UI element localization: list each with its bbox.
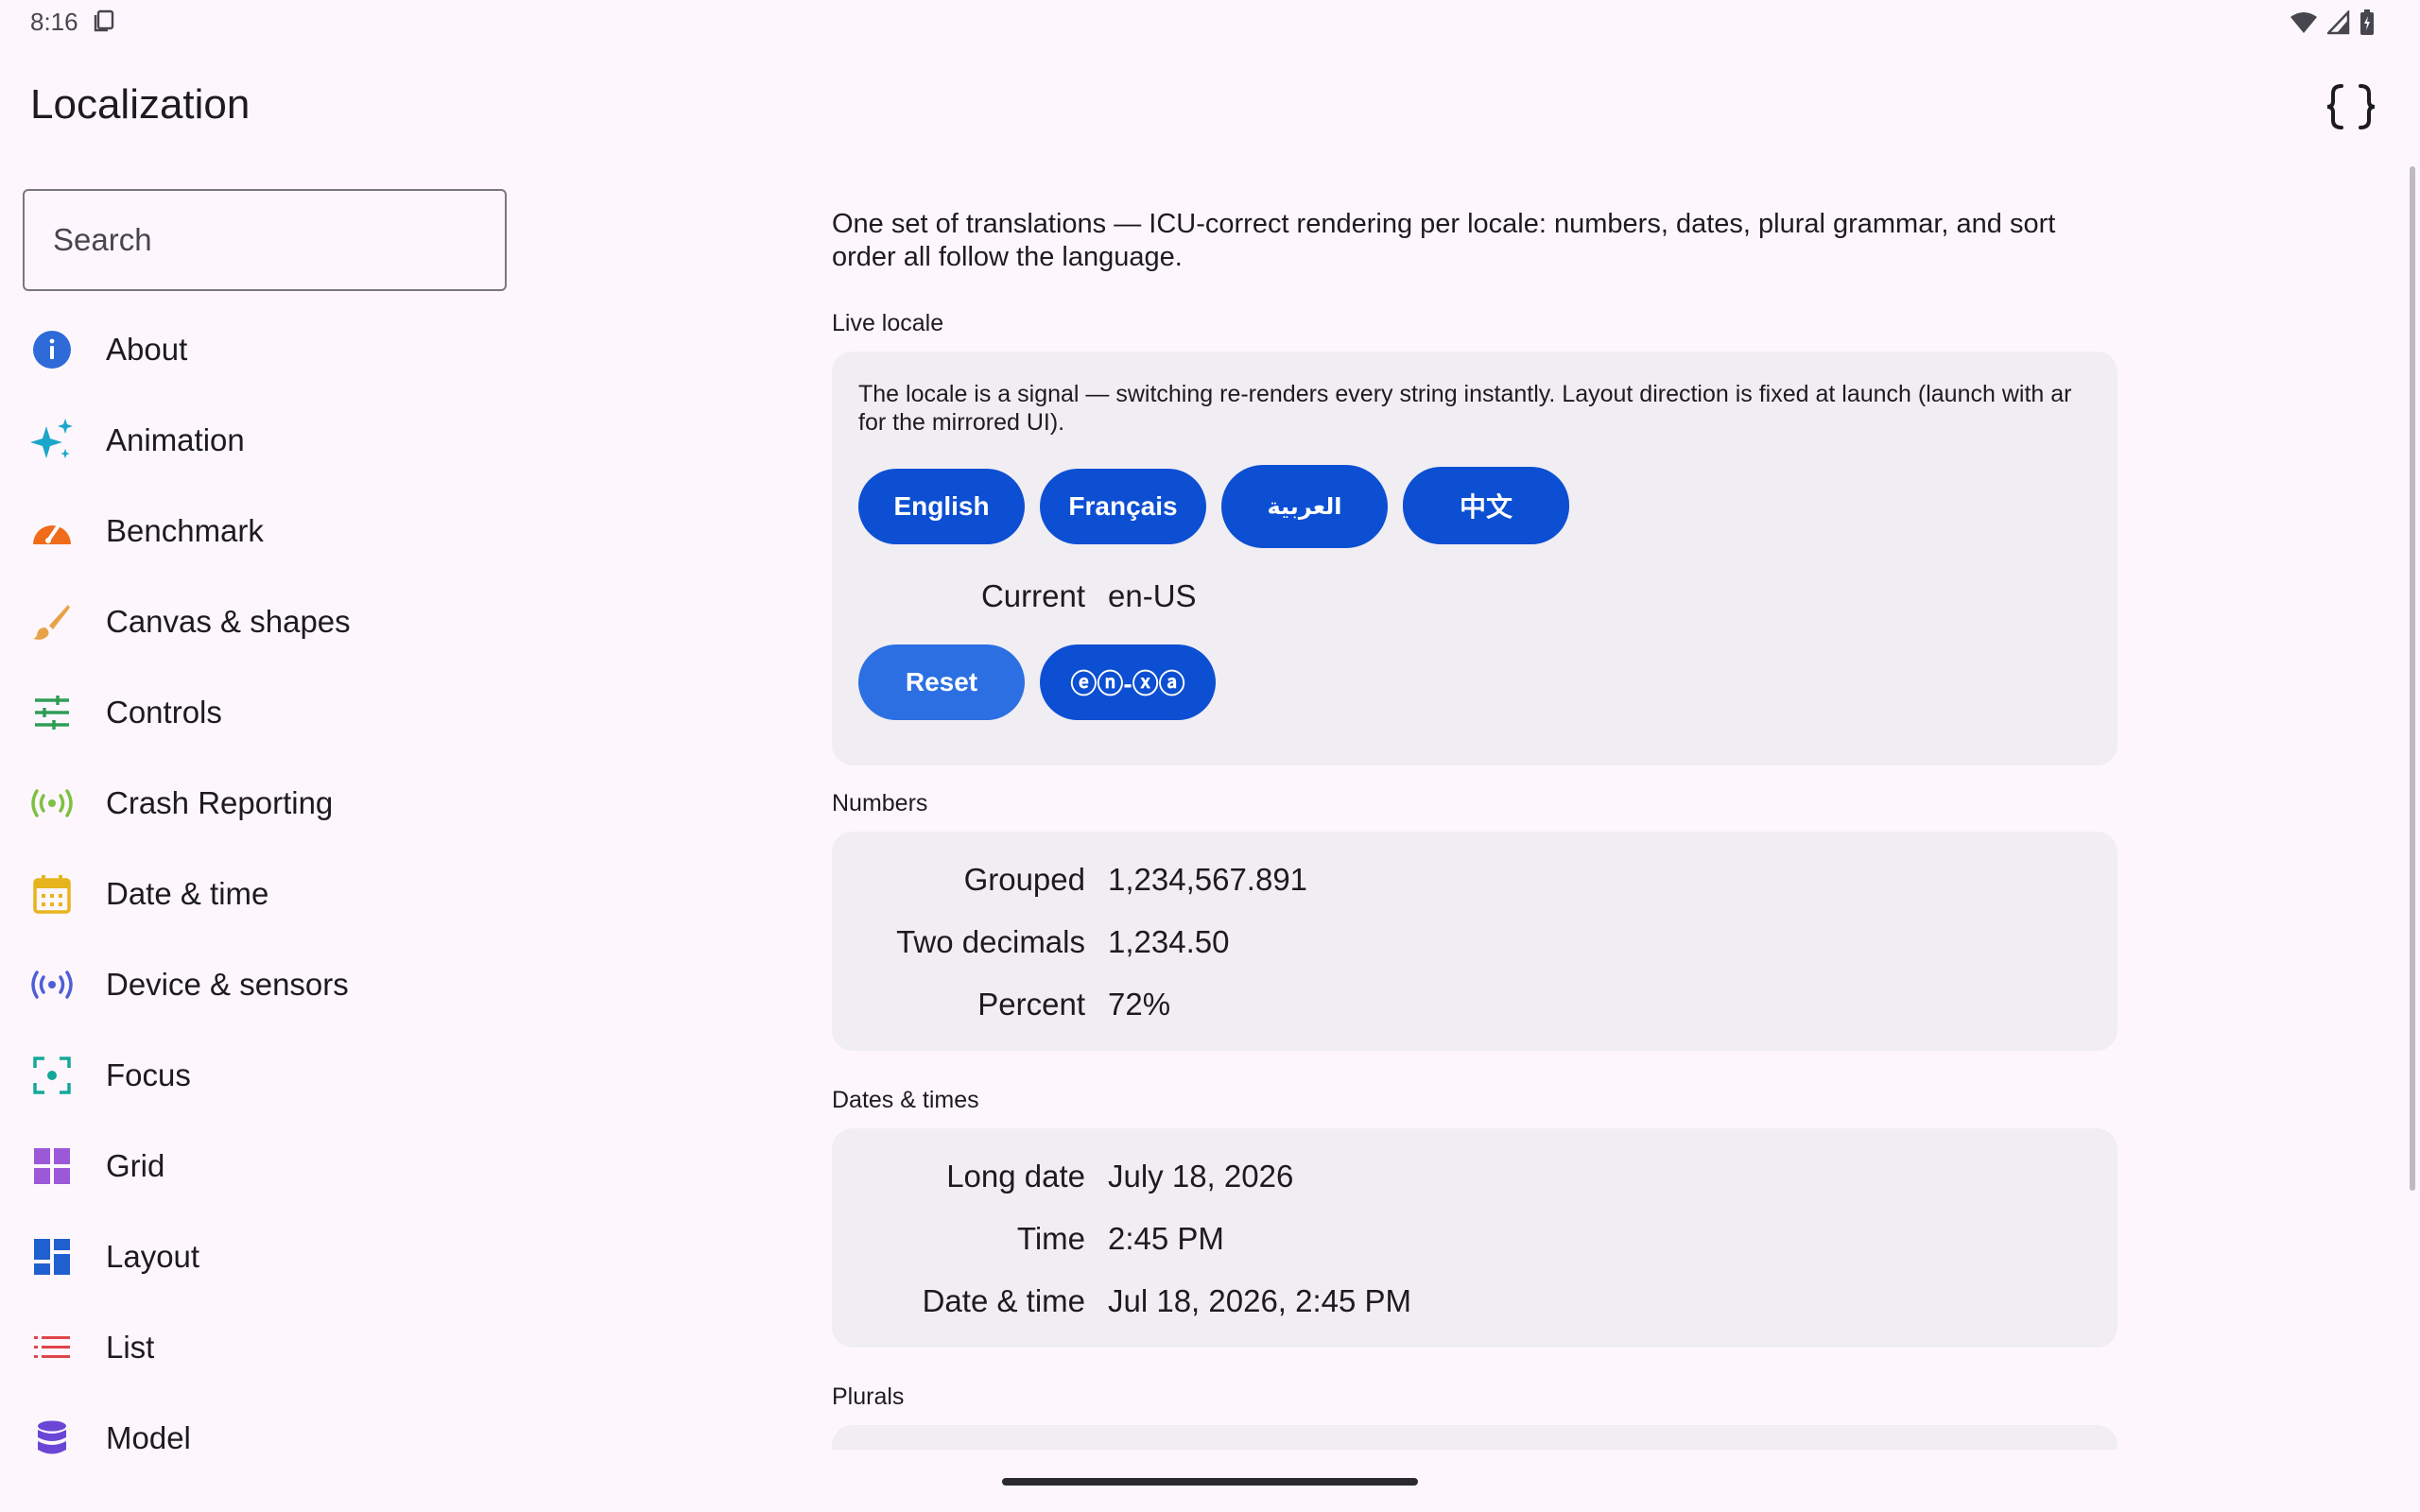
focus-icon xyxy=(19,1042,85,1108)
broadcast-icon xyxy=(19,770,85,836)
page-title: Localization xyxy=(30,81,251,128)
current-locale-label: Current xyxy=(980,578,1085,613)
date-row-label: Time xyxy=(1016,1221,1085,1256)
live-locale-description: The locale is a signal — switching re-re… xyxy=(858,381,2072,436)
sidebar-item-label: List xyxy=(106,1330,155,1365)
date-row-label: Date & time xyxy=(922,1283,1085,1318)
sidebar-item-label: Grid xyxy=(106,1148,165,1183)
sparkle-icon xyxy=(19,407,85,473)
number-row-label: Two decimals xyxy=(896,924,1085,959)
list-icon xyxy=(19,1314,85,1381)
number-row-value: 1,234.50 xyxy=(1108,924,1230,959)
sidebar-item-date-time[interactable]: Date & time xyxy=(19,860,510,928)
scrollbar[interactable] xyxy=(2410,166,2415,1191)
locale-button-french[interactable]: Français xyxy=(1040,469,1206,544)
dates-label: Dates & times xyxy=(832,1087,979,1113)
live-locale-card: The locale is a signal — switching re-re… xyxy=(832,352,2118,765)
number-row-label: Grouped xyxy=(963,862,1085,897)
cell-signal-icon xyxy=(2327,10,2350,35)
search-input[interactable]: Search xyxy=(23,189,507,291)
plurals-label: Plurals xyxy=(832,1383,905,1410)
status-icons xyxy=(2290,9,2375,36)
sliders-icon xyxy=(19,679,85,746)
grid-icon xyxy=(19,1133,85,1199)
status-time: 8:16 xyxy=(30,8,78,36)
sidebar-item-about[interactable]: About xyxy=(19,316,510,384)
sidebar-item-controls[interactable]: Controls xyxy=(19,679,510,747)
numbers-label: Numbers xyxy=(832,790,928,816)
sidebar-item-label: Model xyxy=(106,1420,191,1455)
sidebar-item-label: Canvas & shapes xyxy=(106,604,351,639)
sidebar-item-grid[interactable]: Grid xyxy=(19,1132,510,1200)
number-row-label: Percent xyxy=(977,987,1085,1022)
sidebar-item-crash-reporting[interactable]: Crash Reporting xyxy=(19,769,510,837)
wifi-icon xyxy=(2290,12,2317,33)
number-row-value: 72% xyxy=(1108,987,1171,1022)
info-icon xyxy=(19,317,85,383)
sidebar-item-canvas-shapes[interactable]: Canvas & shapes xyxy=(19,588,510,656)
reset-button[interactable]: Reset xyxy=(858,644,1025,720)
numbers-card: Grouped 1,234,567.891 Two decimals 1,234… xyxy=(832,832,2118,1051)
sidebar-item-label: About xyxy=(106,332,188,367)
sidebar-item-list[interactable]: List xyxy=(19,1314,510,1382)
plurals-card xyxy=(832,1425,2118,1450)
live-locale-label: Live locale xyxy=(832,310,944,336)
sidebar-item-model[interactable]: Model xyxy=(19,1404,510,1472)
sidebar-item-animation[interactable]: Animation xyxy=(19,406,510,474)
sensors-icon xyxy=(19,952,85,1018)
current-locale-value: en-US xyxy=(1108,578,1197,613)
sidebar-item-label: Animation xyxy=(106,422,245,457)
intro-text: One set of translations — ICU-correct re… xyxy=(832,209,2056,272)
sidebar-item-label: Date & time xyxy=(106,876,269,911)
pseudo-locale-button[interactable]: ⓔⓝ-ⓧⓐ xyxy=(1040,644,1216,720)
database-icon xyxy=(19,1405,85,1471)
calendar-icon xyxy=(19,861,85,927)
battery-icon xyxy=(2360,9,2374,35)
sidebar-item-benchmark[interactable]: Benchmark xyxy=(19,497,510,565)
dates-card: Long date July 18, 2026 Time 2:45 PM Dat… xyxy=(832,1128,2118,1348)
sidebar-item-label: Layout xyxy=(106,1239,200,1274)
status-bar: 8:16 xyxy=(0,0,2420,47)
sidebar-item-focus[interactable]: Focus xyxy=(19,1041,510,1109)
sidebar-item-label: Crash Reporting xyxy=(106,785,334,820)
screenshot-notification-icon xyxy=(94,9,114,32)
speedometer-icon xyxy=(19,498,85,564)
date-row-value: Jul 18, 2026, 2:45 PM xyxy=(1108,1283,1412,1318)
brush-icon xyxy=(19,589,85,655)
sidebar-item-device-sensors[interactable]: Device & sensors xyxy=(19,951,510,1019)
sidebar-item-label: Benchmark xyxy=(106,513,264,548)
dashboard-icon xyxy=(19,1224,85,1290)
locale-button-chinese[interactable]: 中文 xyxy=(1403,467,1569,544)
sidebar-item-label: Controls xyxy=(106,695,222,730)
search-placeholder: Search xyxy=(53,222,152,257)
date-row-label: Long date xyxy=(946,1159,1085,1194)
json-view-button[interactable] xyxy=(2318,76,2384,138)
sidebar-item-label: Device & sensors xyxy=(106,967,349,1002)
sidebar-item-label: Focus xyxy=(106,1057,191,1092)
date-row-value: July 18, 2026 xyxy=(1108,1159,1294,1194)
code-braces-icon xyxy=(2326,84,2376,129)
number-row-value: 1,234,567.891 xyxy=(1108,862,1308,897)
sidebar-item-layout[interactable]: Layout xyxy=(19,1223,510,1291)
locale-button-english[interactable]: English xyxy=(858,469,1025,544)
gesture-navigation-handle[interactable] xyxy=(1002,1478,1418,1486)
date-row-value: 2:45 PM xyxy=(1108,1221,1224,1256)
locale-button-arabic[interactable]: العربية xyxy=(1221,465,1388,548)
